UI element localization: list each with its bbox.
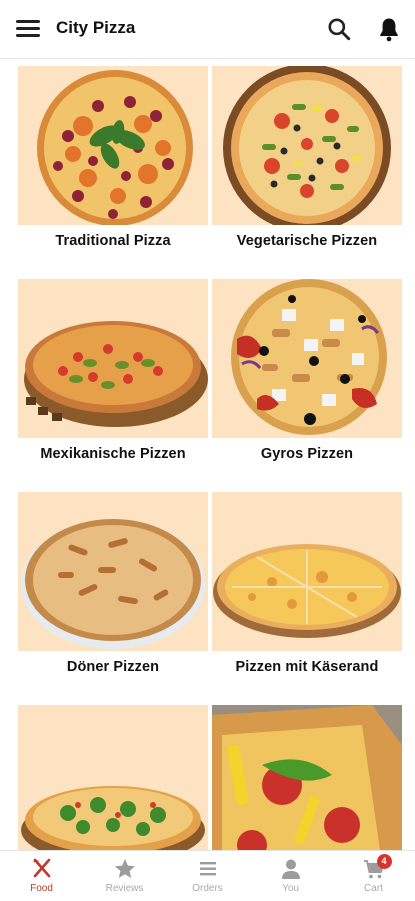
nav-item-reviews[interactable]: Reviews (83, 851, 166, 901)
hamburger-menu-icon[interactable] (16, 18, 42, 40)
user-icon (281, 859, 300, 879)
star-icon (114, 859, 135, 878)
category-name: Pizzen mit Käserand (235, 659, 379, 675)
pizza-image (212, 705, 402, 850)
pizza-image (18, 279, 208, 438)
category-name: Traditional Pizza (55, 233, 171, 249)
pizza-image (212, 492, 402, 651)
category-name: Mexikanische Pizzen (40, 446, 186, 462)
category-grid: Traditional Pizza Vegetarische Pizzen Me… (0, 58, 415, 850)
category-card-doener-pizzen[interactable]: Döner Pizzen (18, 492, 208, 679)
pizza-image (212, 66, 402, 225)
category-card-pizzen-mit-kaeserand[interactable]: Pizzen mit Käserand (212, 492, 402, 679)
nav-label: Orders (192, 883, 223, 894)
list-icon (199, 862, 216, 876)
category-name: Vegetarische Pizzen (236, 233, 378, 249)
category-card-gyros-pizzen[interactable]: Gyros Pizzen (212, 279, 402, 466)
nav-item-food[interactable]: Food (0, 851, 83, 901)
nav-item-cart[interactable]: 4 Cart (332, 851, 415, 901)
app-title: City Pizza (56, 18, 136, 37)
pizza-image (212, 279, 402, 438)
nav-label: Reviews (105, 883, 144, 894)
category-card-traditional-pizza[interactable]: Traditional Pizza (18, 66, 208, 253)
nav-label: You (282, 883, 299, 894)
cart-count-badge: 4 (376, 854, 392, 869)
bell-icon[interactable] (375, 15, 403, 43)
pizza-image (18, 66, 208, 225)
search-icon[interactable] (326, 16, 352, 42)
category-card[interactable] (212, 705, 402, 850)
bottom-navigation: Food Reviews Orders You 4 Cart (0, 850, 415, 901)
nav-label: Food (30, 883, 53, 894)
fork-knife-icon (32, 858, 50, 878)
category-card[interactable] (18, 705, 208, 850)
pizza-image (18, 705, 208, 850)
category-card-vegetarische-pizzen[interactable]: Vegetarische Pizzen (212, 66, 402, 253)
pizza-image (18, 492, 208, 651)
app-bar: City Pizza (0, 0, 415, 59)
nav-item-orders[interactable]: Orders (166, 851, 249, 901)
category-card-mexikanische-pizzen[interactable]: Mexikanische Pizzen (18, 279, 208, 466)
nav-label: Cart (364, 883, 383, 894)
nav-item-you[interactable]: You (249, 851, 332, 901)
category-name: Gyros Pizzen (260, 446, 354, 462)
category-name: Döner Pizzen (66, 659, 160, 675)
